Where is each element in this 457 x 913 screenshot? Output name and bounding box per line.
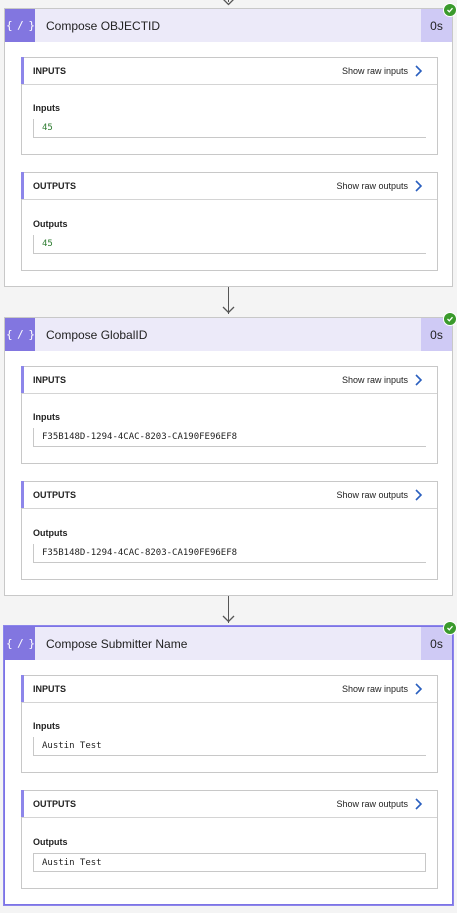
arrow-down-icon: [223, 0, 234, 6]
show-raw-inputs-label: Show raw inputs: [341, 684, 408, 694]
chevron-right-icon: [415, 374, 423, 386]
outputs-section: OUTPUTS Show raw outputs Outputs Austin …: [21, 790, 438, 889]
outputs-value: F35B148D-1294-4CAC-8203-CA190FE96EF8: [33, 544, 426, 563]
inputs-value: F35B148D-1294-4CAC-8203-CA190FE96EF8: [33, 428, 426, 447]
success-check-icon: [443, 3, 457, 17]
show-raw-outputs-label: Show raw outputs: [336, 490, 408, 500]
inputs-field-label: Inputs: [33, 412, 60, 422]
inputs-section-header: INPUTS Show raw inputs: [21, 57, 437, 85]
compose-curly-braces-icon: { / }: [5, 318, 35, 351]
card-header[interactable]: { / } Compose Submitter Name 0s: [5, 621, 457, 660]
card-header[interactable]: { / } Compose GlobalID 0s: [5, 312, 457, 351]
chevron-right-icon: [415, 798, 423, 810]
outputs-header-label: OUTPUTS: [33, 490, 77, 500]
card-title: Compose GlobalID: [46, 327, 148, 342]
outputs-section: OUTPUTS Show raw outputs Outputs F35B148…: [21, 481, 438, 580]
show-raw-outputs-link[interactable]: Show raw outputs: [336, 791, 423, 817]
compose-curly-braces-icon: { / }: [5, 9, 35, 42]
inputs-header-label: INPUTS: [33, 66, 67, 76]
outputs-section-header: OUTPUTS Show raw outputs: [21, 790, 437, 818]
outputs-section: OUTPUTS Show raw outputs Outputs 45: [21, 172, 438, 271]
show-raw-outputs-label: Show raw outputs: [336, 181, 408, 191]
chevron-right-icon: [415, 683, 423, 695]
outputs-value: Austin Test: [33, 853, 426, 872]
show-raw-outputs-link[interactable]: Show raw outputs: [336, 173, 423, 199]
compose-curly-braces-icon: { / }: [5, 627, 35, 660]
outputs-header-label: OUTPUTS: [33, 799, 77, 809]
show-raw-outputs-label: Show raw outputs: [336, 799, 408, 809]
action-card-compose-objectid[interactable]: { / } Compose OBJECTID 0s INPUTS Show ra…: [4, 3, 457, 287]
outputs-field-label: Outputs: [33, 528, 68, 538]
action-card-compose-globalid[interactable]: { / } Compose GlobalID 0s INPUTS Show ra…: [4, 312, 457, 596]
arrow-down-icon: [222, 615, 235, 623]
success-check-icon: [443, 312, 457, 326]
inputs-section: INPUTS Show raw inputs Inputs Austin Tes…: [21, 675, 438, 773]
action-card-compose-submitter-name[interactable]: { / } Compose Submitter Name 0s INPUTS S…: [4, 621, 457, 905]
show-raw-inputs-link[interactable]: Show raw inputs: [342, 676, 423, 702]
inputs-field-label: Inputs: [33, 721, 60, 731]
inputs-header-label: INPUTS: [33, 684, 67, 694]
chevron-right-icon: [415, 180, 423, 192]
success-check-icon: [443, 621, 457, 635]
outputs-section-header: OUTPUTS Show raw outputs: [21, 481, 437, 509]
inputs-section: INPUTS Show raw inputs Inputs F35B148D-1…: [21, 366, 438, 464]
chevron-right-icon: [415, 489, 423, 501]
card-header[interactable]: { / } Compose OBJECTID 0s: [5, 3, 457, 42]
show-raw-inputs-label: Show raw inputs: [341, 66, 408, 76]
card-title: Compose Submitter Name: [46, 636, 188, 651]
inputs-value: 45: [33, 119, 426, 138]
inputs-value: Austin Test: [33, 737, 426, 756]
inputs-section: INPUTS Show raw inputs Inputs 45: [21, 57, 438, 155]
show-raw-outputs-link[interactable]: Show raw outputs: [336, 482, 423, 508]
outputs-field-label: Outputs: [33, 219, 68, 229]
inputs-header-label: INPUTS: [33, 375, 67, 385]
outputs-value: 45: [33, 235, 426, 254]
inputs-section-header: INPUTS Show raw inputs: [21, 675, 437, 703]
arrow-down-icon: [222, 306, 235, 314]
show-raw-inputs-link[interactable]: Show raw inputs: [342, 58, 423, 84]
inputs-field-label: Inputs: [33, 103, 60, 113]
outputs-header-label: OUTPUTS: [33, 181, 77, 191]
outputs-section-header: OUTPUTS Show raw outputs: [21, 172, 437, 200]
show-raw-inputs-link[interactable]: Show raw inputs: [342, 367, 423, 393]
show-raw-inputs-label: Show raw inputs: [341, 375, 408, 385]
outputs-field-label: Outputs: [33, 837, 68, 847]
card-title: Compose OBJECTID: [46, 18, 161, 33]
inputs-section-header: INPUTS Show raw inputs: [21, 366, 437, 394]
chevron-right-icon: [415, 65, 423, 77]
